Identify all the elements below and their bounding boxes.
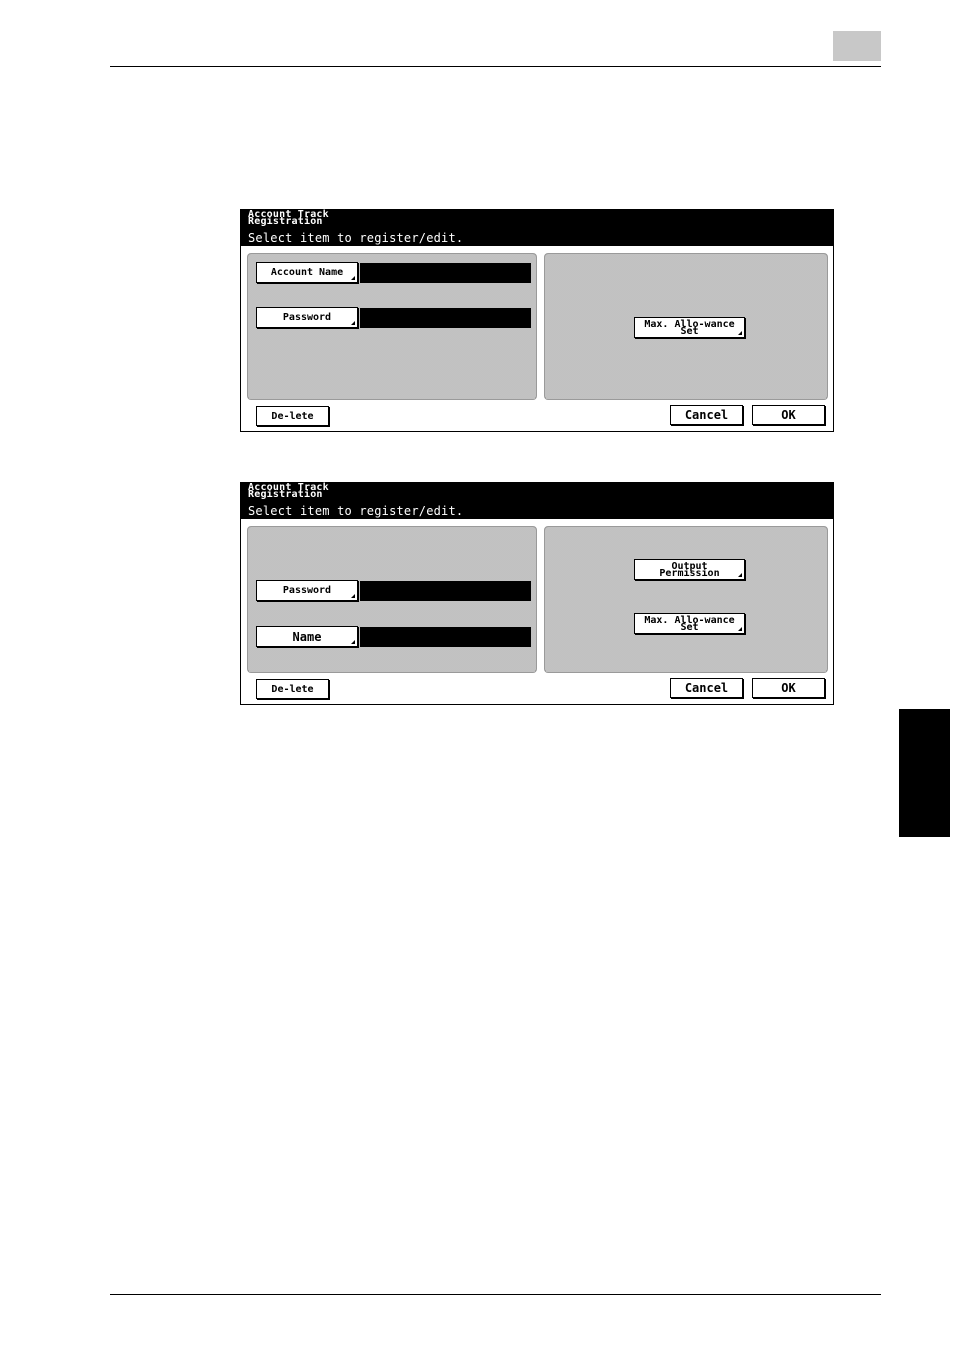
title-bar: Account Track Registration Select item t… [241, 210, 833, 246]
account-name-button[interactable]: Account Name [256, 262, 358, 283]
left-panel: Password Name [247, 526, 537, 673]
left-panel: Account Name Password [247, 253, 537, 400]
name-field[interactable] [360, 627, 531, 647]
screen-title: Account Track Registration [248, 482, 329, 500]
max-allowance-set-button[interactable]: Max. Allo-wance Set [634, 613, 745, 634]
password-button[interactable]: Password [256, 307, 358, 328]
output-permission-button[interactable]: Output Permission [634, 559, 745, 580]
instruction-text: Select item to register/edit. [248, 231, 464, 245]
footer-rule [110, 1294, 881, 1295]
chapter-number-box [833, 31, 881, 61]
ok-button[interactable]: OK [752, 405, 825, 425]
max-allowance-set-button[interactable]: Max. Allo-wance Set [634, 317, 745, 338]
right-panel: Output Permission Max. Allo-wance Set [544, 526, 828, 673]
password-button[interactable]: Password [256, 580, 358, 601]
delete-button[interactable]: De-lete [256, 679, 329, 699]
name-button[interactable]: Name [256, 626, 358, 647]
header-rule [110, 66, 881, 67]
cancel-button[interactable]: Cancel [670, 405, 743, 425]
password-field[interactable] [360, 581, 531, 601]
password-field[interactable] [360, 308, 531, 328]
ok-button[interactable]: OK [752, 678, 825, 698]
account-track-registration-screen-1: Account Track Registration Select item t… [240, 209, 834, 432]
account-track-registration-screen-2: Account Track Registration Select item t… [240, 482, 834, 705]
right-panel: Max. Allo-wance Set [544, 253, 828, 400]
instruction-text: Select item to register/edit. [248, 504, 464, 518]
title-bar: Account Track Registration Select item t… [241, 483, 833, 519]
delete-button[interactable]: De-lete [256, 406, 329, 426]
chapter-side-tab [899, 709, 950, 837]
account-name-field[interactable] [360, 263, 531, 283]
screen-title: Account Track Registration [248, 209, 329, 227]
cancel-button[interactable]: Cancel [670, 678, 743, 698]
